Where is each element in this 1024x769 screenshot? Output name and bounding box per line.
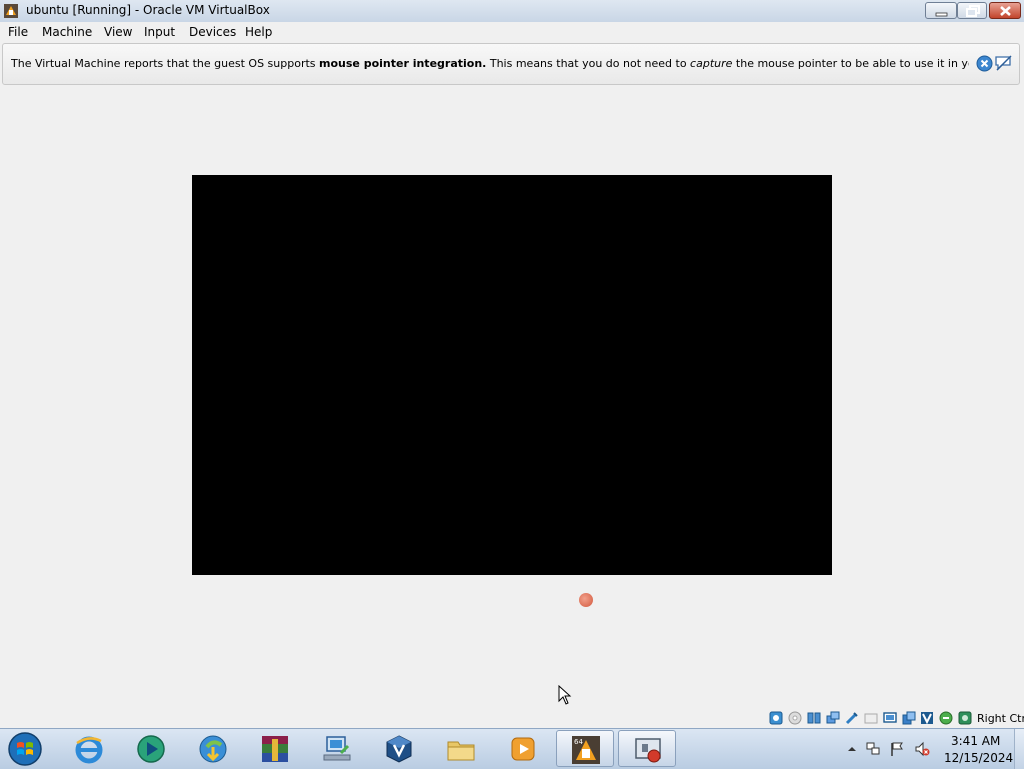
host-key-label: Right Ctrl [977, 712, 1024, 725]
notice-text-part: The Virtual Machine reports that the gue… [11, 57, 320, 70]
keyboard-icon[interactable] [958, 711, 972, 725]
notice-italic-text: capture [690, 57, 733, 70]
close-icon [1000, 6, 1011, 16]
notice-text: The Virtual Machine reports that the gue… [11, 57, 969, 70]
internet-explorer-icon [75, 736, 103, 764]
minimize-button[interactable] [925, 2, 957, 19]
menu-input[interactable]: Input [144, 25, 175, 39]
media-center-icon [511, 737, 535, 761]
display-icon[interactable] [883, 711, 897, 725]
close-circle-icon[interactable] [976, 55, 993, 72]
network-tray-icon[interactable] [865, 741, 881, 757]
menu-help[interactable]: Help [245, 25, 272, 39]
winrar-icon [262, 736, 288, 762]
notice-text-part: the mouse pointer to be able to use it i… [735, 57, 969, 70]
notice-text-part: This means that you do not need to [486, 57, 691, 70]
taskbar-screen-recorder[interactable] [618, 730, 676, 767]
taskbar-virtualbox-vm[interactable]: 64 [556, 730, 614, 767]
virtualbox-icon [4, 4, 18, 18]
mouse-integration-notice: The Virtual Machine reports that the gue… [2, 43, 1020, 85]
show-hidden-icons-icon[interactable] [844, 741, 860, 757]
taskbar-media-center[interactable] [494, 730, 552, 767]
usb-icon[interactable] [845, 711, 859, 725]
clock-time[interactable]: 3:41 AM [951, 734, 1000, 748]
title-bar[interactable]: ubuntu [Running] - Oracle VM VirtualBox [0, 0, 1024, 23]
menu-view[interactable]: View [104, 25, 132, 39]
hard-disk-icon[interactable] [769, 711, 783, 725]
start-orb-icon[interactable] [6, 731, 44, 767]
audio-icon[interactable] [807, 711, 821, 725]
video-capture-icon[interactable] [902, 711, 916, 725]
virtualbox-icon [386, 735, 412, 763]
taskbar-network-computer[interactable] [308, 730, 366, 767]
taskbar-media-player[interactable] [122, 730, 180, 767]
show-desktop-button[interactable] [1014, 729, 1024, 769]
restore-icon [966, 5, 980, 17]
clock-date[interactable]: 12/15/2024 [944, 751, 1013, 765]
taskbar: 64 3:41 AM 12/15/2024 [0, 728, 1024, 769]
menu-machine[interactable]: Machine [42, 25, 92, 39]
virtualbox-vm-icon: 64 [572, 736, 600, 764]
menu-file[interactable]: File [8, 25, 28, 39]
action-center-flag-icon[interactable] [889, 741, 905, 757]
status-bar: Right Ctrl [0, 708, 1024, 728]
guest-cursor-indicator [579, 593, 593, 607]
taskbar-download-manager[interactable] [184, 730, 242, 767]
mouse-cursor-icon [558, 685, 572, 705]
restore-button[interactable] [957, 2, 987, 19]
taskbar-internet-explorer[interactable] [60, 730, 118, 767]
menu-bar: File Machine View Input Devices Help [0, 22, 1024, 43]
notice-bold-text: mouse pointer integration. [319, 57, 487, 70]
window-title: ubuntu [Running] - Oracle VM VirtualBox [26, 3, 270, 17]
media-player-icon [137, 735, 165, 763]
taskbar-file-explorer[interactable] [432, 730, 490, 767]
vm-display[interactable] [192, 175, 832, 575]
svg-text:64: 64 [574, 738, 583, 746]
mouse-integration-icon[interactable] [939, 711, 953, 725]
network-computer-icon [323, 736, 351, 761]
taskbar-virtualbox[interactable] [370, 730, 428, 767]
menu-devices[interactable]: Devices [189, 25, 236, 39]
taskbar-winrar[interactable] [246, 730, 304, 767]
network-icon[interactable] [826, 711, 840, 725]
optical-disk-icon[interactable] [788, 711, 802, 725]
file-explorer-icon [447, 741, 475, 761]
volume-muted-icon[interactable] [914, 741, 930, 757]
screen-recorder-icon [635, 738, 661, 763]
virtualization-icon[interactable] [920, 711, 934, 725]
speech-bubble-hide-icon[interactable] [994, 54, 1013, 72]
close-button[interactable] [989, 2, 1021, 19]
download-manager-icon [199, 735, 227, 763]
shared-folders-icon[interactable] [864, 711, 878, 725]
minimize-icon [935, 12, 948, 17]
